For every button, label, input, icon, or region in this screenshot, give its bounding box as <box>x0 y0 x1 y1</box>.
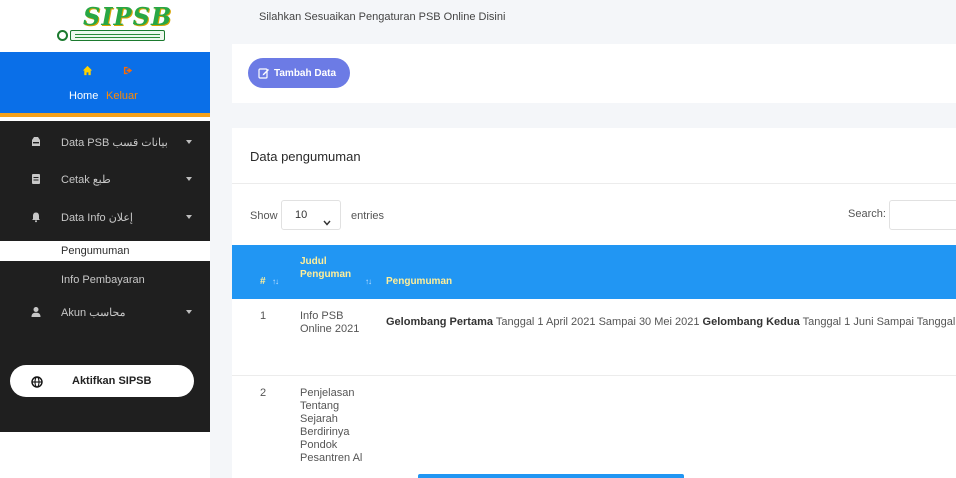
chevron-down-icon <box>186 215 192 219</box>
sidebar-subitem-pengumuman[interactable]: Pengumuman <box>0 241 210 261</box>
column-header-number[interactable]: # <box>260 275 266 288</box>
wave-1-label: Gelombang Pertama <box>386 316 493 328</box>
globe-icon <box>31 375 43 388</box>
wave-2-text: Tanggal 1 Juni Sampai Tanggal 30 Nov <box>802 316 956 328</box>
wave-1-text: Tanggal 1 April 2021 Sampai 30 Mei 2021 <box>492 316 703 328</box>
brand-logo[interactable]: SIPSB <box>0 0 210 52</box>
row-title: Info PSB Online 2021 <box>300 310 360 335</box>
sidebar-subitem-label: Info Pembayaran <box>61 274 145 286</box>
table-row: 2 Penjelasan Tentang Sejarah Berdirinya … <box>232 376 956 478</box>
divider <box>232 183 956 184</box>
table-header: # ↑↓ Judul Penguman ↑↓ Pengumuman <box>232 245 956 299</box>
table-row: 1 Info PSB Online 2021 Gelombang Pertama… <box>232 299 956 376</box>
sort-icon[interactable]: ↑↓ <box>272 277 279 286</box>
column-header-judul[interactable]: Judul Penguman <box>300 255 362 281</box>
row-number: 1 <box>260 310 267 322</box>
card-title: Data pengumuman <box>250 149 361 164</box>
add-data-button[interactable]: Tambah Data <box>248 58 350 88</box>
entries-select[interactable]: 10 <box>281 200 341 230</box>
printer-icon <box>30 172 42 184</box>
row-number: 2 <box>260 387 267 399</box>
logo-text: SIPSB <box>83 2 173 31</box>
database-icon <box>30 135 42 147</box>
page-subtitle: Silahkan Sesuaikan Pengaturan PSB Online… <box>259 11 506 23</box>
sort-icon[interactable]: ↑↓ <box>365 277 372 286</box>
sidebar: SIPSB Home Keluar Data PSB بيانات قسب Ce… <box>0 0 210 478</box>
row-title: Penjelasan Tentang Sejarah Berdirinya Po… <box>300 387 363 464</box>
top-nav: Home Keluar <box>0 52 210 117</box>
search-input[interactable] <box>889 200 956 230</box>
sidebar-subitem-info-pembayaran[interactable]: Info Pembayaran <box>0 270 210 290</box>
activate-sipsb-button[interactable]: Aktifkan SIPSB <box>10 365 194 397</box>
show-label: Show <box>250 210 278 222</box>
toolbar-card: Tambah Data <box>232 44 956 103</box>
add-data-label: Tambah Data <box>274 67 337 79</box>
sidebar-item-data-psb[interactable]: Data PSB بيانات قسب <box>0 127 210 157</box>
entries-label: entries <box>351 210 385 222</box>
logo-band <box>70 30 165 41</box>
sidebar-item-label: Akun محاسب <box>61 307 126 319</box>
chevron-down-icon <box>186 140 192 144</box>
sidebar-item-label: Cetak طبع <box>61 174 111 186</box>
main-content: Silahkan Sesuaikan Pengaturan PSB Online… <box>210 0 956 478</box>
home-icon[interactable] <box>82 65 93 79</box>
sidebar-item-data-info[interactable]: Data Info إعلان <box>0 202 210 232</box>
app: SIPSB Home Keluar Data PSB بيانات قسب Ce… <box>0 0 956 478</box>
table-card: Data pengumuman Show 10 entries Search: … <box>232 128 956 478</box>
logout-icon[interactable] <box>123 65 134 79</box>
row-action-button-edge[interactable] <box>418 474 684 478</box>
entries-value: 10 <box>295 209 308 221</box>
activate-label: Aktifkan SIPSB <box>72 375 152 387</box>
sidebar-item-cetak[interactable]: Cetak طبع <box>0 164 210 194</box>
wave-2-label: Gelombang Kedua <box>702 316 800 328</box>
logout-link[interactable]: Keluar <box>106 90 138 102</box>
column-header-pengumuman[interactable]: Pengumuman <box>386 275 452 288</box>
search-label: Search: <box>848 208 886 220</box>
home-link[interactable]: Home <box>69 90 98 102</box>
sidebar-item-label: Data PSB بيانات قسب <box>61 137 168 149</box>
chevron-down-icon <box>323 213 331 226</box>
user-icon <box>30 305 42 317</box>
edit-icon <box>258 67 270 79</box>
sidebar-menu: Data PSB بيانات قسب Cetak طبع Data Info … <box>0 121 210 432</box>
row-announcement: Gelombang Pertama Tanggal 1 April 2021 S… <box>386 316 956 328</box>
bell-icon <box>30 210 42 223</box>
sidebar-item-label: Data Info إعلان <box>61 212 133 224</box>
sidebar-item-akun[interactable]: Akun محاسب <box>0 297 210 327</box>
chevron-down-icon <box>186 177 192 181</box>
logo-emblem-icon <box>57 30 68 41</box>
chevron-down-icon <box>186 310 192 314</box>
sidebar-subitem-label: Pengumuman <box>61 245 130 257</box>
